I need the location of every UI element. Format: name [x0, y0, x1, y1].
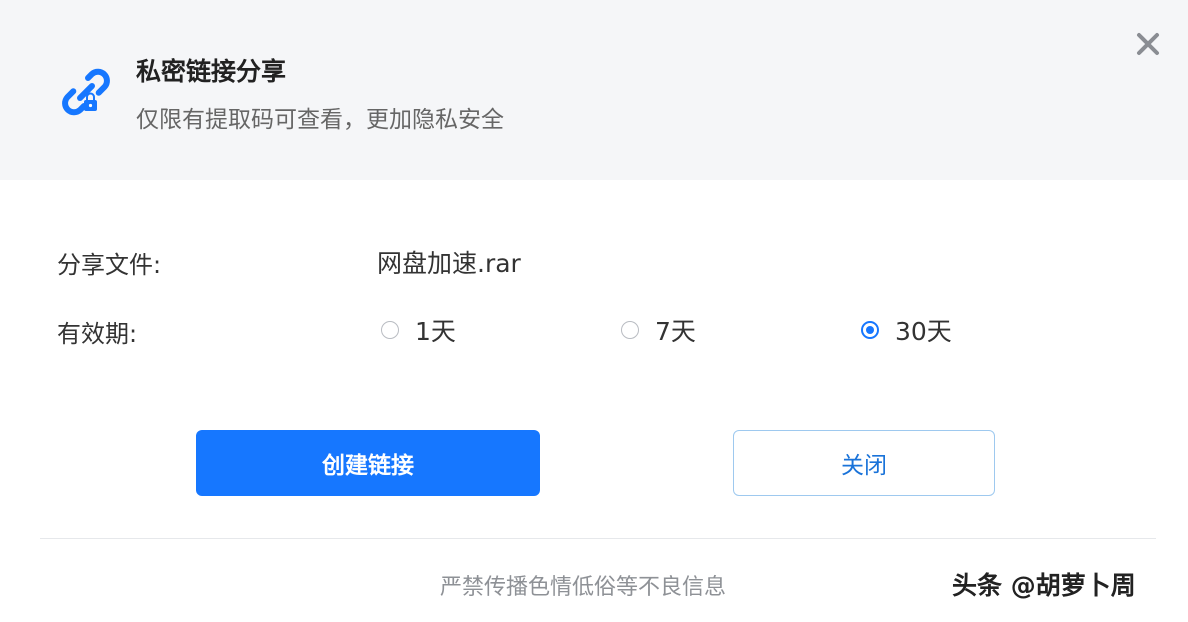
link-lock-icon [62, 68, 110, 116]
validity-option-label: 1天 [415, 317, 456, 346]
validity-option-label: 30天 [895, 317, 952, 346]
close-button[interactable]: 关闭 [733, 430, 995, 496]
divider [40, 538, 1156, 539]
radio-button[interactable] [621, 321, 639, 339]
validity-option-30-days[interactable]: 30天 [861, 312, 952, 348]
radio-button[interactable] [381, 321, 399, 339]
validity-option-7-days[interactable]: 7天 [621, 312, 696, 348]
share-file-label: 分享文件: [57, 251, 162, 279]
dialog-header: 私密链接分享 仅限有提取码可查看，更加隐私安全 [0, 0, 1188, 180]
create-link-button[interactable]: 创建链接 [196, 430, 540, 496]
close-icon[interactable] [1134, 30, 1162, 58]
validity-option-label: 7天 [655, 317, 696, 346]
validity-label: 有效期: [57, 320, 138, 348]
validity-option-1-day[interactable]: 1天 [381, 312, 456, 348]
dialog-subtitle: 仅限有提取码可查看，更加隐私安全 [136, 107, 504, 133]
content-notice: 严禁传播色情低俗等不良信息 [440, 575, 727, 600]
watermark: 头条 @胡萝卜周 [952, 571, 1136, 600]
share-file-name: 网盘加速.rar [377, 249, 521, 278]
radio-button-selected[interactable] [861, 321, 879, 339]
dialog-title: 私密链接分享 [136, 57, 287, 86]
